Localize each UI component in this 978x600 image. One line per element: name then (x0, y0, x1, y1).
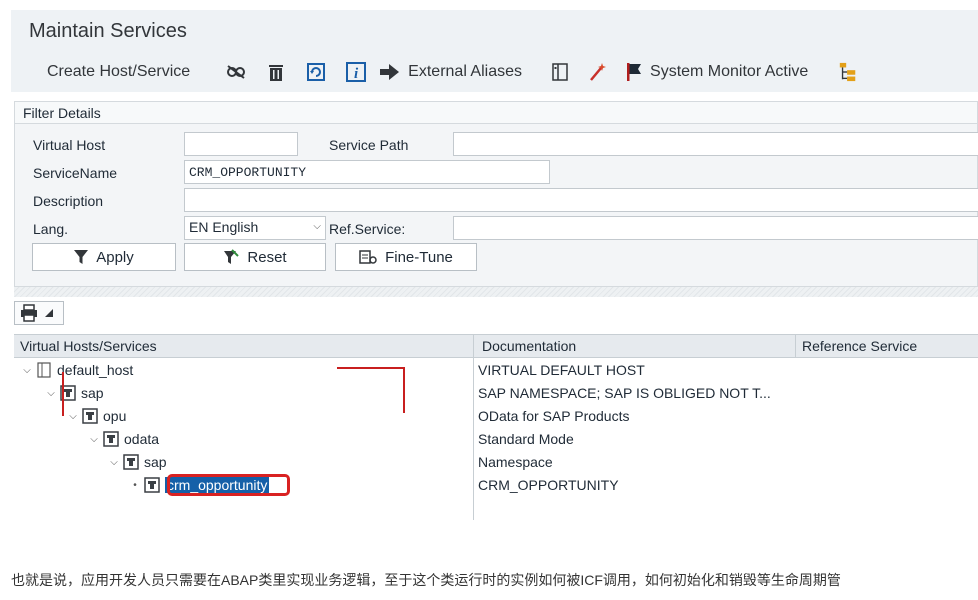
article-caption: 也就是说，应用开发人员只需要在ABAP类里实现业务逻辑，至于这个类运行时的实例如… (11, 572, 841, 588)
fine-tune-icon (359, 249, 377, 265)
fine-tune-label: Fine-Tune (385, 248, 453, 266)
chevron-down-icon[interactable]: ⌵ (20, 365, 34, 376)
doc-cell: CRM_OPPORTUNITY (478, 477, 619, 493)
tree-node-label: opu (103, 408, 127, 424)
ref-service-field[interactable] (453, 216, 978, 240)
tree-node-label: default_host (57, 362, 134, 378)
virtual-host-label: Virtual Host (33, 137, 106, 153)
lang-select[interactable]: EN English ⌵ (184, 216, 326, 240)
dropdown-corner-icon (45, 309, 53, 317)
column-separator (473, 335, 474, 357)
annotation-line (337, 367, 405, 369)
apply-label: Apply (96, 248, 134, 266)
filter-details-title: Filter Details (15, 102, 977, 124)
tree-node-default-host[interactable]: ⌵ default_host (20, 360, 133, 380)
column-header-documentation[interactable]: Documentation (482, 338, 576, 354)
tree-node-label: sap (144, 454, 167, 470)
hierarchy-icon[interactable] (838, 62, 858, 82)
service-folder-icon (103, 431, 119, 447)
create-host-service-button[interactable]: Create Host/Service (47, 52, 190, 92)
service-folder-icon (82, 408, 98, 424)
window-title-bar: Maintain Services (11, 10, 978, 52)
arrow-right-icon (380, 62, 400, 82)
chevron-down-icon[interactable]: ⌵ (107, 457, 121, 468)
doc-cell: SAP NAMESPACE; SAP IS OBLIGED NOT T... (478, 385, 771, 401)
fine-tune-button[interactable]: Fine-Tune (335, 243, 477, 271)
external-aliases-button[interactable]: External Aliases (380, 52, 522, 92)
reset-filter-icon (223, 249, 240, 265)
reset-label: Reset (247, 248, 287, 266)
highlight-annotation (167, 474, 290, 496)
service-path-field[interactable] (453, 132, 978, 156)
tree-node-odata[interactable]: ⌵ odata (87, 429, 159, 449)
ref-service-label: Ref.Service: (329, 221, 406, 237)
refresh-icon[interactable] (306, 62, 326, 82)
tree-node-opu[interactable]: ⌵ opu (66, 406, 126, 426)
printer-icon (19, 304, 39, 322)
info-icon[interactable]: i (346, 62, 367, 82)
leaf-bullet-icon: • (133, 479, 137, 491)
chevron-down-icon[interactable]: ⌵ (87, 434, 101, 445)
column-header-reference-service[interactable]: Reference Service (802, 338, 917, 354)
reset-button[interactable]: Reset (184, 243, 326, 271)
svg-text:i: i (354, 66, 359, 82)
tree-node-sap[interactable]: ⌵ sap (44, 383, 104, 403)
virtual-host-field[interactable] (184, 132, 298, 156)
glasses-icon[interactable] (226, 62, 246, 82)
trash-icon[interactable] (266, 62, 286, 82)
magic-wand-icon[interactable] (588, 62, 608, 82)
column-separator (473, 358, 474, 520)
panel-divider (14, 287, 978, 297)
service-folder-icon (123, 454, 139, 470)
description-field[interactable] (184, 188, 978, 212)
service-icon (144, 477, 160, 493)
tree-node-sap-namespace[interactable]: ⌵ sap (107, 452, 167, 472)
system-monitor-label: System Monitor Active (650, 63, 809, 80)
chevron-down-icon[interactable]: ⌵ (66, 411, 80, 422)
apply-button[interactable]: Apply (32, 243, 176, 271)
column-separator (795, 335, 796, 357)
annotation-line (62, 372, 64, 416)
host-icon (36, 362, 52, 378)
filter-icon (74, 249, 89, 265)
filter-details-panel: Filter Details Virtual Host Service Path… (14, 101, 978, 287)
service-name-label: ServiceName (33, 165, 118, 181)
service-name-field[interactable]: CRM_OPPORTUNITY (184, 160, 550, 184)
doc-cell: VIRTUAL DEFAULT HOST (478, 362, 645, 378)
description-label: Description (33, 193, 104, 209)
toolbar: Create Host/Service i External Aliases S… (11, 52, 978, 92)
external-aliases-label: External Aliases (408, 63, 523, 80)
lang-select-value: EN English (189, 219, 259, 235)
create-host-service-label: Create Host/Service (47, 63, 191, 80)
tree-node-label: sap (81, 385, 104, 401)
tree-icon[interactable] (550, 62, 570, 82)
annotation-line (403, 367, 405, 413)
doc-cell: Namespace (478, 454, 553, 470)
tree-node-label: odata (124, 431, 160, 447)
tree-table-header: Virtual Hosts/Services Documentation Ref… (14, 334, 978, 358)
chevron-down-icon[interactable]: ⌵ (44, 388, 58, 399)
doc-cell: Standard Mode (478, 431, 574, 447)
doc-cell: OData for SAP Products (478, 408, 630, 424)
system-monitor-toggle[interactable]: System Monitor Active (624, 52, 808, 92)
chevron-down-icon: ⌵ (313, 221, 321, 232)
lang-label: Lang. (33, 221, 69, 237)
service-path-label: Service Path (329, 137, 409, 153)
print-button[interactable] (14, 301, 64, 325)
column-header-hosts[interactable]: Virtual Hosts/Services (20, 338, 157, 354)
flag-icon (624, 62, 644, 82)
page-title: Maintain Services (29, 20, 187, 42)
